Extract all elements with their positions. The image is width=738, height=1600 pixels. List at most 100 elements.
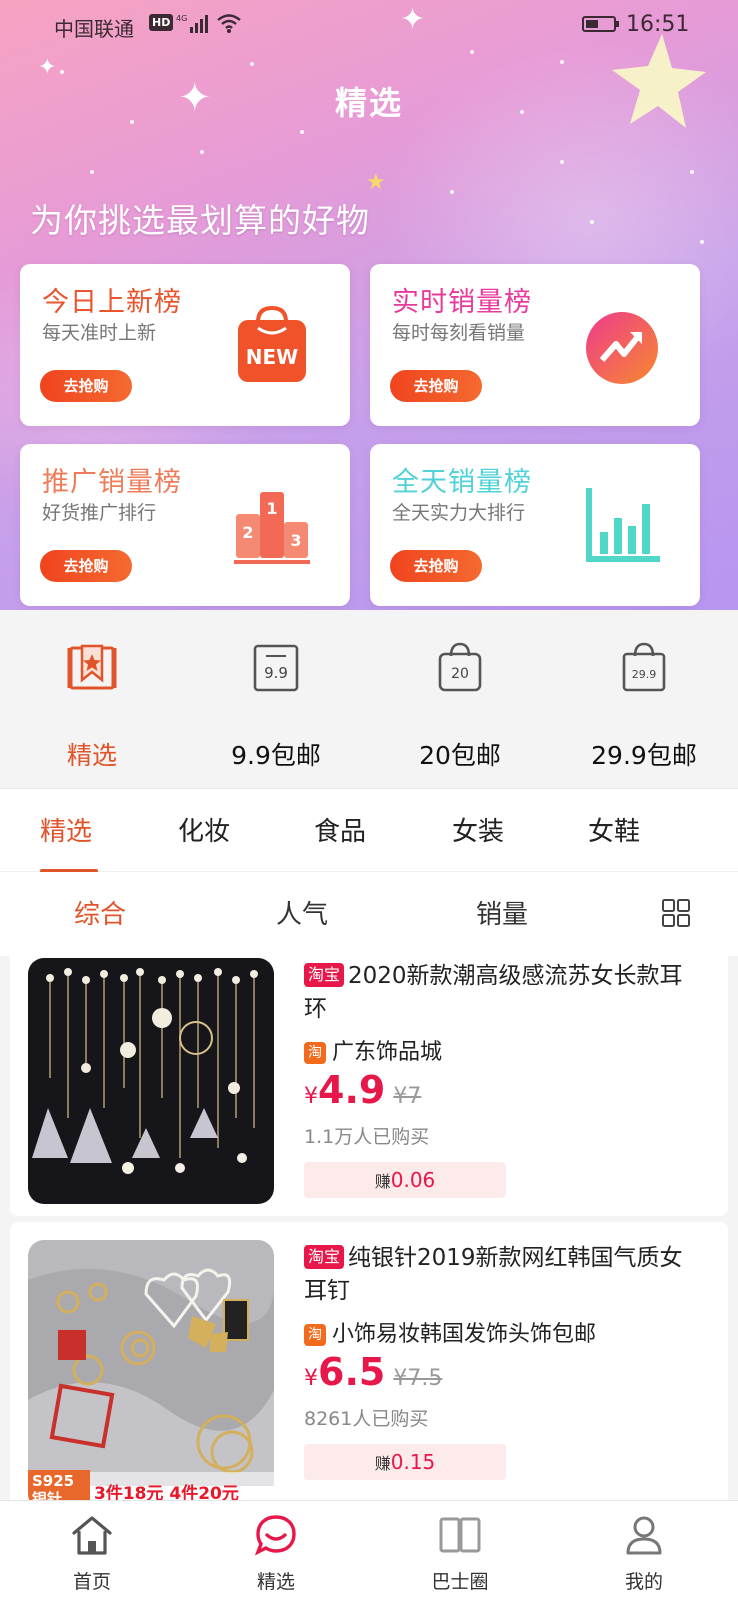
product-card[interactable]: S925 银针 3件18元 4件20元 淘宝 纯银针2019新款网红韩国气质女耳钉… (10, 1222, 728, 1512)
user-icon (626, 1516, 662, 1555)
bottom-navigation: 首页 精选 巴士圈 我的 (0, 1500, 738, 1600)
quick-category-20[interactable]: 20 20包邮 (368, 610, 552, 788)
rank-card-subtitle: 好货推广排行 (42, 502, 157, 524)
sort-popularity[interactable]: 人气 (276, 894, 328, 931)
price-value: 4.9 (318, 1068, 386, 1112)
earn-commission-button[interactable]: 赚0.06 (304, 1162, 506, 1198)
hero-slogan: 为你挑选最划算的好物 (30, 201, 370, 240)
icon-price-text: 9.9 (264, 664, 288, 682)
rank-card-subtitle: 每时每刻看销量 (392, 322, 526, 344)
category-tabs: 精选 化妆 食品 女装 女鞋 (0, 788, 738, 873)
bag-20-icon: 20 (438, 642, 482, 692)
product-title-text: 2020新款潮高级感流苏女长款耳环 (304, 963, 683, 1022)
currency-symbol: ¥ (304, 1366, 318, 1391)
nav-label: 首页 (72, 1571, 111, 1593)
sort-sales[interactable]: 销量 (476, 894, 528, 931)
earn-amount: 0.06 (390, 1168, 436, 1192)
taobao-badge: 淘宝 (304, 963, 345, 987)
tab-featured[interactable]: 精选 (40, 811, 92, 848)
product-title: 淘宝 纯银针2019新款网红韩国气质女耳钉 (304, 1242, 704, 1308)
nav-bus-circle[interactable]: 巴士圈 (368, 1501, 552, 1600)
earn-label: 赚 (374, 1172, 391, 1191)
sold-count: 1.1万人已购买 (304, 1126, 430, 1148)
rank-card-daily-sales[interactable]: 全天销量榜 全天实力大排行 去抢购 (370, 444, 700, 606)
quick-category-featured[interactable]: 精选 (0, 610, 184, 788)
taobao-shop-icon: 淘 (304, 1324, 326, 1346)
network-label: 4G (176, 14, 187, 23)
original-price: ¥7 (393, 1084, 422, 1109)
tab-food[interactable]: 食品 (314, 811, 366, 848)
rank-card-title: 推广销量榜 (42, 467, 182, 498)
featured-star-icon (67, 644, 117, 690)
rank-card-realtime-sales[interactable]: 实时销量榜 每时每刻看销量 去抢购 (370, 264, 700, 426)
nav-label: 精选 (256, 1571, 295, 1593)
rank-card-title: 全天销量榜 (392, 467, 532, 498)
go-buy-button[interactable]: 去抢购 (390, 550, 482, 582)
product-price: ¥6.5 ¥7.5 (304, 1350, 442, 1394)
status-bar: 中国联通 HD 4G 16:51 (0, 0, 738, 52)
earn-amount: 0.15 (390, 1450, 436, 1474)
original-price: ¥7.5 (393, 1366, 443, 1391)
grid-view-icon[interactable] (662, 899, 690, 927)
currency-symbol: ¥ (304, 1084, 318, 1109)
nav-featured[interactable]: 精选 (184, 1501, 368, 1600)
battery-icon (582, 16, 619, 32)
clock: 16:51 (626, 12, 690, 37)
nav-label: 我的 (624, 1571, 663, 1593)
new-bag-icon: NEW (238, 305, 306, 382)
shop-name[interactable]: 淘广东饰品城 (304, 1034, 442, 1066)
rank-card-new-arrivals[interactable]: 今日上新榜 每天准时上新 去抢购 NEW (20, 264, 350, 426)
signal-icon: 4G (176, 14, 208, 33)
product-price: ¥4.9 ¥7 (304, 1068, 421, 1112)
price-value: 6.5 (318, 1350, 386, 1394)
wifi-icon (217, 14, 241, 33)
go-buy-button[interactable]: 去抢购 (390, 370, 482, 402)
taobao-shop-icon: 淘 (304, 1042, 326, 1064)
rank-card-promotion-sales[interactable]: 推广销量榜 好货推广排行 去抢购 1 2 3 (20, 444, 350, 606)
tab-makeup[interactable]: 化妆 (178, 811, 230, 848)
product-card[interactable]: 淘宝 2020新款潮高级感流苏女长款耳环 淘广东饰品城 ¥4.9 ¥7 1.1万人已… (10, 940, 728, 1216)
podium-number: 2 (242, 523, 253, 542)
shop-name-text: 广东饰品城 (332, 1040, 443, 1065)
price-tag-9.9-icon: 9.9 (253, 644, 299, 692)
quick-category-label: 20包邮 (419, 741, 501, 770)
quick-category-label: 精选 (66, 741, 117, 770)
product-image[interactable]: S925 银针 3件18元 4件20元 (28, 1240, 274, 1510)
nav-label: 巴士圈 (431, 1571, 489, 1593)
tab-womens-clothing[interactable]: 女装 (452, 811, 504, 848)
product-image[interactable] (28, 958, 274, 1204)
gold-star-icon: ★ (366, 170, 386, 195)
home-icon (72, 1516, 112, 1555)
quick-category-9.9[interactable]: 9.9 9.9包邮 (184, 610, 368, 788)
shop-name[interactable]: 淘小饰易妆韩国发饰头饰包邮 (304, 1316, 596, 1348)
new-badge-text: NEW (246, 345, 298, 369)
tab-womens-shoes[interactable]: 女鞋 (588, 811, 640, 848)
rank-card-title: 今日上新榜 (42, 287, 182, 318)
carrier-label: 中国联通 (54, 17, 134, 41)
go-buy-button[interactable]: 去抢购 (40, 370, 132, 402)
quick-category-bar: 精选 9.9 9.9包邮 20 20包邮 29.9 29.9包邮 (0, 610, 738, 788)
earn-label: 赚 (374, 1454, 391, 1473)
page-title: 精选 (334, 84, 403, 122)
podium-number: 3 (290, 531, 301, 550)
product-title: 淘宝 2020新款潮高级感流苏女长款耳环 (304, 960, 704, 1026)
icon-price-text: 20 (451, 666, 469, 682)
nav-home[interactable]: 首页 (0, 1501, 184, 1600)
trend-up-icon (586, 312, 658, 384)
rank-card-subtitle: 每天准时上新 (42, 322, 157, 344)
taobao-badge: 淘宝 (304, 1245, 345, 1269)
nav-mine[interactable]: 我的 (552, 1501, 736, 1600)
rank-card-title: 实时销量榜 (392, 287, 532, 318)
quick-category-label: 29.9包邮 (591, 741, 697, 770)
shop-name-text: 小饰易妆韩国发饰头饰包邮 (332, 1322, 597, 1347)
earrings-photo (28, 958, 274, 1204)
sort-comprehensive[interactable]: 综合 (74, 894, 126, 931)
rank-card-subtitle: 全天实力大排行 (392, 502, 526, 524)
quick-category-label: 9.9包邮 (231, 741, 321, 770)
earrings-photo (28, 1240, 274, 1486)
earn-commission-button[interactable]: 赚0.15 (304, 1444, 506, 1480)
quick-category-29.9[interactable]: 29.9 29.9包邮 (552, 610, 736, 788)
go-buy-button[interactable]: 去抢购 (40, 550, 132, 582)
chat-smile-icon (254, 1515, 296, 1556)
podium-number: 1 (266, 499, 277, 518)
